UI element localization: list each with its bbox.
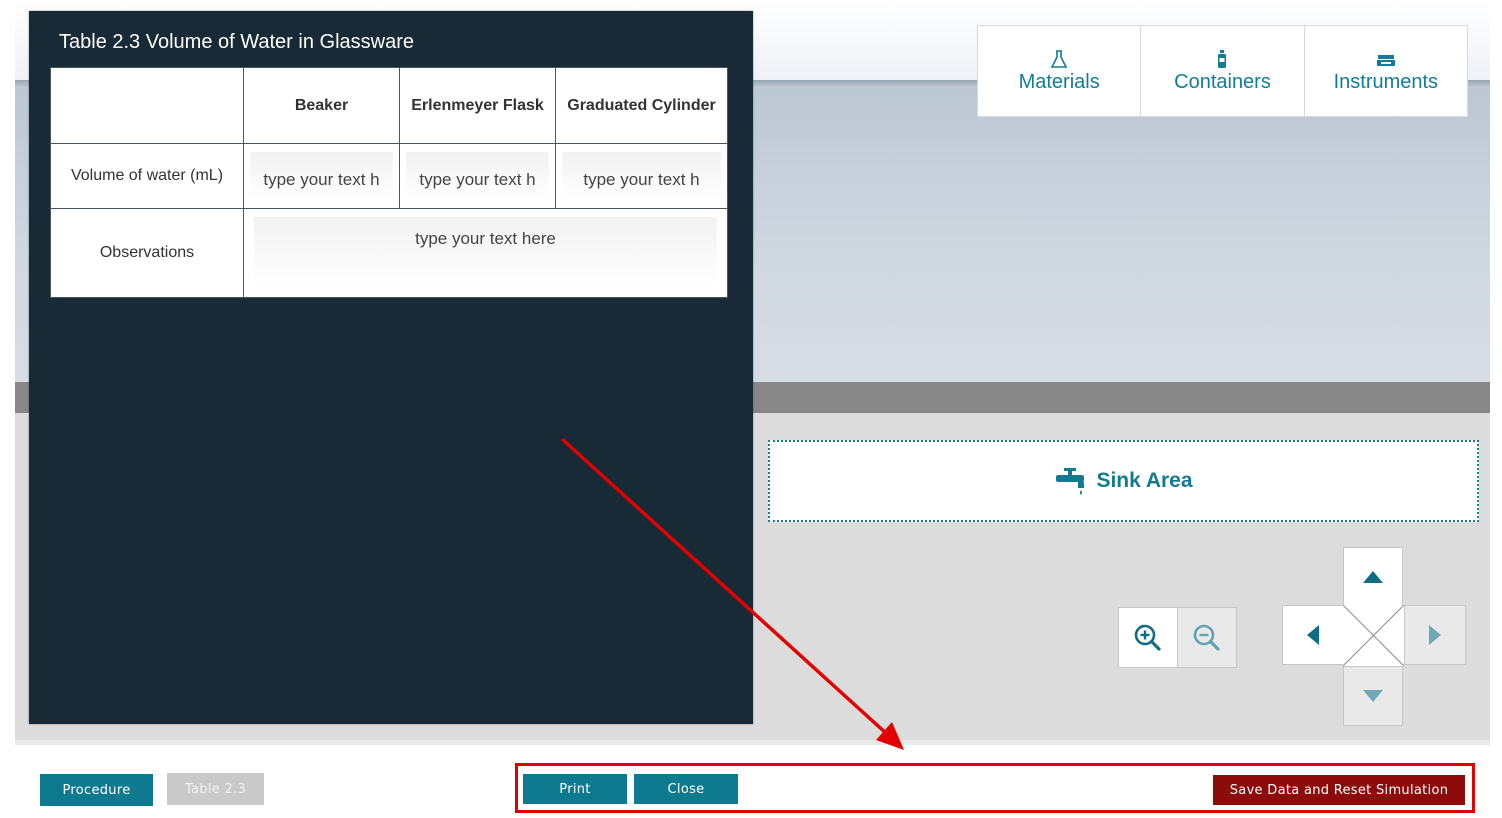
direction-pad — [1282, 547, 1466, 727]
toolbox-tabs: Materials Containers Instruments — [977, 25, 1468, 117]
pan-right-button[interactable] — [1404, 605, 1466, 665]
arrow-left-icon — [1307, 625, 1319, 645]
zoom-out-button[interactable] — [1178, 608, 1236, 667]
volume-beaker-cell: type your text h — [243, 143, 400, 209]
table-row: Volume of water (mL) type your text h ty… — [50, 143, 728, 209]
header-erlenmeyer: Erlenmeyer Flask — [399, 67, 556, 144]
zoom-in-button[interactable] — [1119, 608, 1178, 667]
pan-up-button[interactable] — [1343, 547, 1403, 607]
data-table-panel: Table 2.3 Volume of Water in Glassware B… — [29, 11, 753, 724]
dpad-center — [1342, 604, 1405, 667]
row-label-observations: Observations — [50, 208, 244, 298]
tab-containers[interactable]: Containers — [1141, 26, 1305, 116]
zoom-controls — [1118, 607, 1237, 668]
pan-down-button[interactable] — [1343, 666, 1403, 726]
header-graduated-cylinder: Graduated Cylinder — [555, 67, 728, 144]
table-tab-button[interactable]: Table 2.3 — [167, 773, 264, 805]
volume-cylinder-cell: type your text h — [555, 143, 728, 209]
flask-icon — [1050, 49, 1068, 68]
volume-flask-cell: type your text h — [399, 143, 556, 209]
zoom-out-icon — [1193, 624, 1220, 651]
header-beaker: Beaker — [243, 67, 400, 144]
volume-beaker-input[interactable]: type your text h — [250, 152, 393, 200]
zoom-in-icon — [1134, 624, 1161, 651]
sink-area[interactable]: Sink Area — [768, 440, 1479, 522]
arrow-up-icon — [1363, 571, 1383, 583]
table-row: Observations type your text here — [50, 208, 728, 298]
volume-flask-input[interactable]: type your text h — [406, 152, 549, 200]
observations-cell: type your text here — [243, 208, 728, 298]
tab-materials-label: Materials — [1018, 70, 1100, 93]
floor-strip — [15, 740, 1490, 745]
observations-input[interactable]: type your text here — [254, 217, 717, 289]
row-label-volume: Volume of water (mL) — [50, 143, 244, 209]
header-empty-cell — [50, 67, 244, 144]
volume-cylinder-input[interactable]: type your text h — [562, 152, 721, 200]
tab-instruments-label: Instruments — [1333, 70, 1439, 93]
bottle-icon — [1218, 49, 1227, 68]
arrow-down-icon — [1363, 690, 1383, 702]
dpad-cross-icon — [1342, 604, 1405, 667]
scale-icon — [1376, 54, 1395, 66]
arrow-right-icon — [1429, 625, 1441, 645]
pan-left-button[interactable] — [1282, 605, 1344, 665]
data-table: Beaker Erlenmeyer Flask Graduated Cylind… — [50, 67, 728, 298]
procedure-button[interactable]: Procedure — [40, 774, 153, 806]
annotation-highlight-box — [515, 763, 1475, 813]
table-header-row: Beaker Erlenmeyer Flask Graduated Cylind… — [50, 67, 728, 144]
panel-title: Table 2.3 Volume of Water in Glassware — [59, 31, 414, 53]
tab-containers-label: Containers — [1174, 70, 1271, 93]
sink-area-label: Sink Area — [1096, 469, 1193, 492]
tab-instruments[interactable]: Instruments — [1305, 26, 1467, 116]
faucet-icon — [1056, 468, 1085, 495]
tab-materials[interactable]: Materials — [978, 26, 1142, 116]
